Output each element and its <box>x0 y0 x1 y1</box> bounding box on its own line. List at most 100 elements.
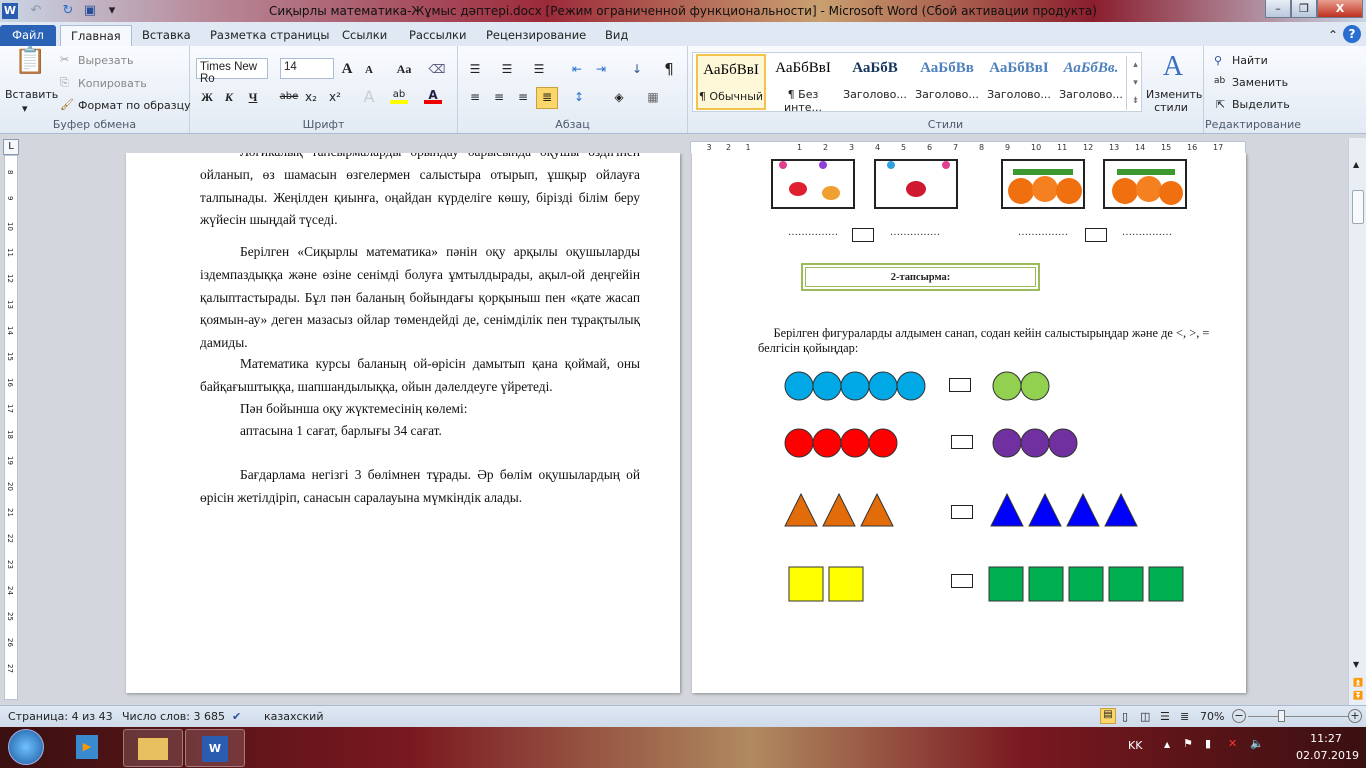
close-button[interactable]: X <box>1317 0 1363 18</box>
clear-formatting-icon[interactable]: ⌫ <box>428 60 446 78</box>
spellcheck-icon[interactable]: ✔ <box>232 710 241 723</box>
align-center-icon[interactable]: ≡ <box>490 88 508 106</box>
outline-icon[interactable]: ☰ <box>1160 710 1170 723</box>
action-center-icon[interactable]: ⚑ <box>1183 737 1193 750</box>
compare-box[interactable] <box>951 505 973 519</box>
tab-review[interactable]: Рецензирование <box>476 25 596 46</box>
style-item[interactable]: АаБбВвІ ¶ Без инте... <box>768 54 838 114</box>
input-language[interactable]: KK <box>1128 739 1142 752</box>
increase-indent-icon[interactable]: ⇥ <box>592 60 610 78</box>
prev-page-icon[interactable]: ⏫ <box>1353 678 1363 687</box>
subscript-button[interactable]: x₂ <box>302 88 320 106</box>
page-count[interactable]: Страница: 4 из 43 <box>8 710 113 723</box>
tab-page-layout[interactable]: Разметка страницы <box>200 25 339 46</box>
align-left-icon[interactable]: ≡ <box>466 88 484 106</box>
explorer-taskbar-button[interactable] <box>123 729 183 767</box>
language[interactable]: казахский <box>264 710 323 723</box>
compare-box[interactable] <box>949 378 971 392</box>
multilevel-list-icon[interactable]: ☰ <box>530 60 548 78</box>
compare-box[interactable] <box>951 574 973 588</box>
vertical-ruler[interactable]: 8 9 10 11 12 13 14 15 16 17 18 19 20 21 22 23 24 25 26 27 <box>4 155 18 700</box>
word-taskbar-button[interactable]: W <box>185 729 245 767</box>
zoom-in-button[interactable]: + <box>1348 709 1362 723</box>
network-icon[interactable]: ✕ <box>1228 737 1237 750</box>
format-painter-button[interactable]: Формат по образцу <box>78 99 191 112</box>
zoom-out-button[interactable]: − <box>1232 709 1246 723</box>
clock-time[interactable]: 11:27 <box>1296 732 1356 745</box>
font-size-combo[interactable]: 14 <box>280 58 334 79</box>
tab-file[interactable]: Файл <box>0 25 56 46</box>
print-layout-icon[interactable]: ▤ <box>1100 708 1116 724</box>
tab-home[interactable]: Главная <box>60 25 132 46</box>
style-item[interactable]: АаБбВв Заголово... <box>912 54 982 110</box>
help-icon[interactable]: ? <box>1343 25 1361 43</box>
bullets-icon[interactable]: ☰ <box>466 60 484 78</box>
scroll-up-icon[interactable]: ▲ <box>1353 160 1359 169</box>
borders-icon[interactable]: ▦ <box>644 88 662 106</box>
media-player-icon[interactable]: ▶ <box>76 735 98 759</box>
justify-icon[interactable]: ≣ <box>536 87 558 109</box>
align-right-icon[interactable]: ≡ <box>514 88 532 106</box>
compare-box[interactable] <box>852 228 874 242</box>
style-item[interactable]: АаБбВв. Заголово... <box>1056 54 1126 110</box>
select-button[interactable]: Выделить <box>1232 98 1290 111</box>
line-spacing-icon[interactable]: ↕ <box>570 88 588 106</box>
superscript-button[interactable]: x² <box>326 88 344 106</box>
change-case-button[interactable]: Aa <box>392 60 416 78</box>
compare-box[interactable] <box>1085 228 1107 242</box>
compare-box[interactable] <box>951 435 973 449</box>
ruler-tab-selector[interactable]: L <box>3 139 19 155</box>
highlight-icon[interactable]: ab <box>390 86 408 104</box>
start-button[interactable] <box>8 729 44 765</box>
numbering-icon[interactable]: ☰ <box>498 60 516 78</box>
copy-button[interactable]: Копировать <box>78 77 147 90</box>
clock-date[interactable]: 02.07.2019 <box>1296 749 1359 762</box>
volume-icon[interactable]: 🔈 <box>1250 737 1264 750</box>
minimize-button[interactable]: – <box>1265 0 1291 18</box>
italic-button[interactable]: К <box>220 88 238 106</box>
tab-references[interactable]: Ссылки <box>332 25 397 46</box>
shrink-font-button[interactable]: A <box>360 61 378 79</box>
show-hidden-icons[interactable]: ▲ <box>1164 740 1170 749</box>
underline-button[interactable]: Ч <box>244 88 262 106</box>
find-button[interactable]: Найти <box>1232 54 1268 67</box>
font-name-combo[interactable]: Times New Ro <box>196 58 268 85</box>
web-layout-icon[interactable]: ◫ <box>1140 710 1150 723</box>
grow-font-button[interactable]: A <box>338 60 356 78</box>
cut-button[interactable]: Вырезать <box>78 54 133 67</box>
minimize-ribbon-icon[interactable]: ⌃ <box>1324 26 1342 44</box>
show-formatting-button[interactable]: ¶ <box>660 60 678 78</box>
scroll-down-icon[interactable]: ▼ <box>1353 660 1359 669</box>
strikethrough-button[interactable]: abe <box>278 88 300 106</box>
style-item[interactable]: АаБбВ Заголово... <box>840 54 910 110</box>
word-count[interactable]: Число слов: 3 685 <box>122 710 225 723</box>
next-page-icon[interactable]: ⏬ <box>1353 691 1363 700</box>
change-styles-button[interactable]: Изменить стили <box>1146 88 1202 114</box>
power-icon[interactable]: ▮ <box>1205 737 1211 750</box>
paste-dropdown-icon[interactable]: ▾ <box>22 102 28 115</box>
zoom-slider[interactable] <box>1248 716 1348 717</box>
restore-button[interactable]: ❐ <box>1291 0 1317 18</box>
replace-button[interactable]: Заменить <box>1232 76 1288 89</box>
paste-button[interactable]: Вставить <box>5 88 58 101</box>
full-screen-reading-icon[interactable]: ▯ <box>1122 710 1128 723</box>
tab-view[interactable]: Вид <box>595 25 638 46</box>
draft-icon[interactable]: ≣ <box>1180 710 1189 723</box>
font-color-icon[interactable]: A <box>424 86 442 104</box>
page-right[interactable]: …………… …………… …………… …………… 2-тапсырма: Бері… <box>692 153 1246 693</box>
zoom-level[interactable]: 70% <box>1200 710 1224 723</box>
decrease-indent-icon[interactable]: ⇤ <box>568 60 586 78</box>
text-effects-icon[interactable]: A <box>360 88 378 106</box>
zoom-slider-thumb[interactable] <box>1278 710 1285 722</box>
scroll-thumb[interactable] <box>1352 190 1364 224</box>
style-item[interactable]: АаБбВвІ ¶ Обычный <box>696 54 766 110</box>
styles-scroll[interactable]: ▴ ▾ ⇟ <box>1126 56 1144 110</box>
tab-mailings[interactable]: Рассылки <box>399 25 476 46</box>
shading-icon[interactable]: ◈ <box>610 88 628 106</box>
tab-insert[interactable]: Вставка <box>132 25 201 46</box>
page-left[interactable]: Логикалық тапсырмаларды орындау барысынд… <box>126 153 680 693</box>
paste-icon[interactable]: 📋 <box>14 48 46 86</box>
style-item[interactable]: АаБбВвІ Заголово... <box>984 54 1054 110</box>
bold-button[interactable]: Ж <box>198 88 216 106</box>
vertical-scrollbar[interactable]: ▲ ▼ ⏫ ⏬ <box>1348 138 1366 705</box>
